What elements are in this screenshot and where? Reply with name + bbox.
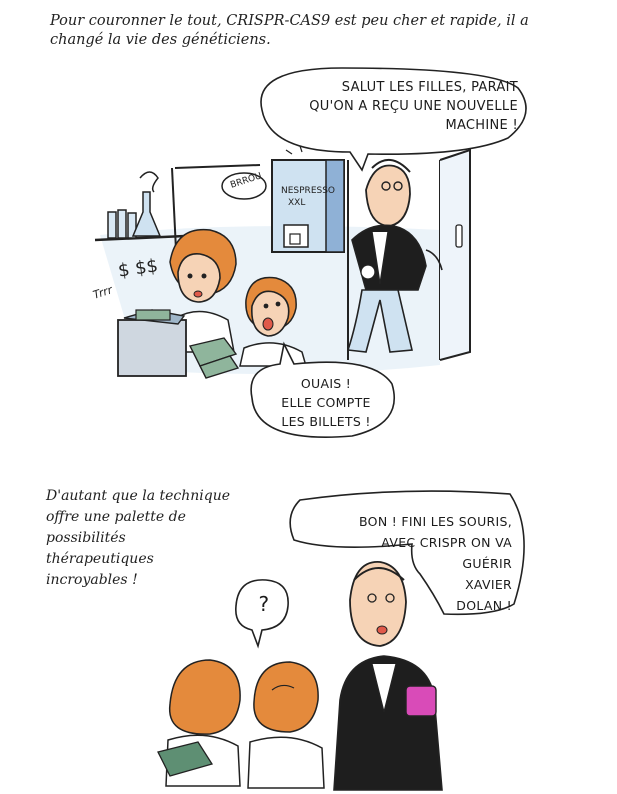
nespresso-label: NESPRESSO <box>281 186 336 196</box>
nespresso-machine <box>271 145 345 253</box>
glassware <box>107 171 162 239</box>
woman-back-left <box>157 659 241 787</box>
thought-question-mark: ? <box>258 592 270 616</box>
bubble-man-bottom-text: BON ! FINI LES SOURIS, AVEC CRISPR ON VA… <box>359 514 512 613</box>
caption-top: Pour couronner le tout, CRISPR-CAS9 est … <box>50 13 529 48</box>
bubble-man-top-text: SALUT LES FILLES, PARAIT QU'ON A REÇU UN… <box>309 80 518 133</box>
caption-bottom: D'autant que la technique offre une pale… <box>46 488 231 588</box>
woman-back-right <box>247 661 325 789</box>
nespresso-size-label: XXL <box>288 198 306 208</box>
bubble-women-top-text: OUAIS ! ELLE COMPTE LES BILLETS ! <box>281 376 371 429</box>
pink-mug <box>405 685 437 717</box>
